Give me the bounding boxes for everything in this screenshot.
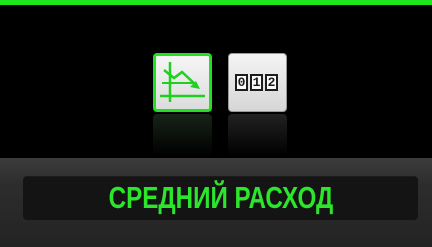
odometer-reflection <box>228 114 287 156</box>
mode-label-bar: СРЕДНИЙ РАСХОД <box>23 176 418 220</box>
average-consumption-tile[interactable] <box>153 53 212 112</box>
icon-selector-area <box>0 5 432 158</box>
odometer-icon: 0 1 2 <box>235 74 278 91</box>
odometer-digit: 1 <box>250 74 263 91</box>
average-consumption-reflection <box>153 114 212 156</box>
trip-computer-screen: 0 1 2 СРЕДНИЙ РАСХОД <box>0 0 432 247</box>
odometer-digit: 2 <box>265 74 278 91</box>
odometer-tile[interactable]: 0 1 2 <box>228 53 287 112</box>
odometer-digit: 0 <box>235 74 248 91</box>
mode-label: СРЕДНИЙ РАСХОД <box>108 180 333 215</box>
average-consumption-icon <box>160 62 205 102</box>
